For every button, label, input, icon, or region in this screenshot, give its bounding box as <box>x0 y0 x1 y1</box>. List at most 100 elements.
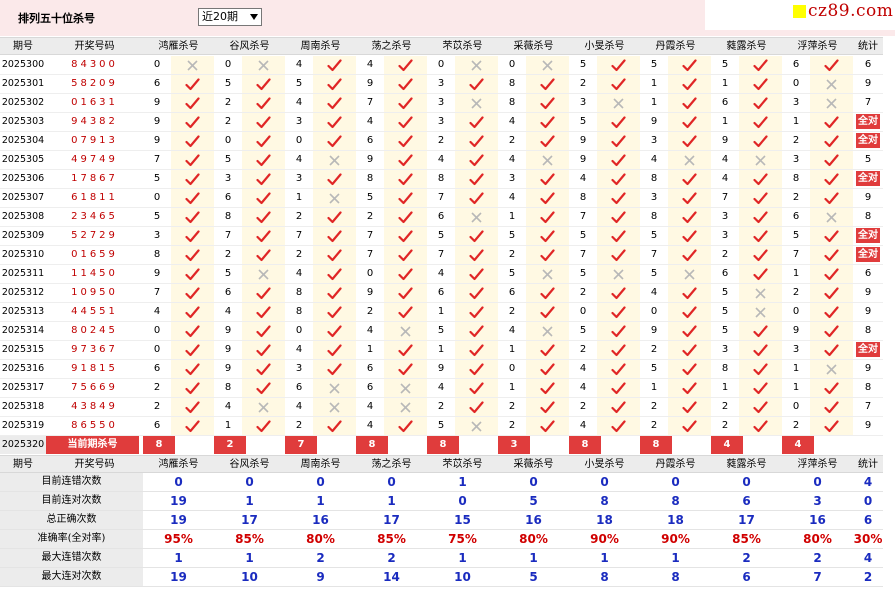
period-id: 2025303 <box>1 116 45 127</box>
result-mark <box>597 360 640 378</box>
kill-cell: 7 <box>569 246 640 264</box>
kill-cell: 2 <box>782 132 853 150</box>
header-method: 谷风杀号 <box>229 459 270 470</box>
kill-number: 9 <box>792 325 800 336</box>
check-icon <box>753 248 768 261</box>
kill-number: 4 <box>295 59 303 70</box>
result-mark <box>171 322 214 340</box>
check-icon <box>398 172 413 185</box>
kill-number: 2 <box>508 306 516 317</box>
kill-cell: 5 <box>711 284 782 302</box>
check-icon <box>256 115 271 128</box>
kill-cell: 2 <box>498 132 569 150</box>
period-select-value: 近20期 <box>202 10 238 23</box>
kill-number: 5 <box>579 59 587 70</box>
table-row: 2025310 01659 8 2 2 7 7 2 7 7 2 7 全对 <box>0 246 883 265</box>
result-mark <box>597 303 640 321</box>
result-mark <box>455 265 498 283</box>
stat-value: 14 <box>383 570 400 584</box>
kill-number: 5 <box>437 420 445 431</box>
check-icon <box>824 229 839 242</box>
result-mark <box>810 398 853 416</box>
check-icon <box>469 343 484 356</box>
kill-number: 1 <box>721 382 729 393</box>
result-mark <box>455 360 498 378</box>
kill-cell: 3 <box>782 94 853 112</box>
kill-number: 8 <box>224 382 232 393</box>
check-icon <box>753 115 768 128</box>
stat-value: 19 <box>170 494 187 508</box>
kill-cell: 4 <box>356 113 427 131</box>
check-icon <box>327 229 342 242</box>
kill-cell: 4 <box>640 151 711 169</box>
kill-number: 6 <box>295 382 303 393</box>
result-mark <box>739 151 782 169</box>
kill-cell: 8 <box>143 246 214 264</box>
kill-number: 5 <box>721 306 729 317</box>
check-icon <box>824 134 839 147</box>
result-mark <box>668 189 711 207</box>
check-icon <box>185 362 200 375</box>
result-mark <box>313 417 356 435</box>
kill-number: 4 <box>366 116 374 127</box>
check-icon <box>540 191 555 204</box>
result-mark <box>313 322 356 340</box>
kill-number: 8 <box>366 173 374 184</box>
result-mark <box>384 417 427 435</box>
kill-number: 0 <box>295 135 303 146</box>
check-icon <box>540 400 555 413</box>
kill-number: 1 <box>650 382 658 393</box>
result-mark <box>810 113 853 131</box>
result-mark <box>242 360 285 378</box>
kill-cell: 0 <box>214 56 285 74</box>
kill-cell: 0 <box>498 360 569 378</box>
draw-number: 23465 <box>71 211 118 222</box>
row-stat: 8 <box>864 382 872 393</box>
draw-number: 84300 <box>71 59 118 70</box>
check-icon <box>824 286 839 299</box>
result-mark <box>597 322 640 340</box>
kill-number: 6 <box>224 192 232 203</box>
kill-number: 1 <box>792 382 800 393</box>
kill-number: 2 <box>508 135 516 146</box>
kill-cell: 9 <box>427 360 498 378</box>
check-icon <box>824 248 839 261</box>
kill-number: 2 <box>153 401 161 412</box>
kill-cell: 4 <box>285 56 356 74</box>
row-stat: 9 <box>864 420 872 431</box>
check-icon <box>185 134 200 147</box>
period-select[interactable]: 近20期 <box>198 8 262 26</box>
kill-number: 9 <box>579 154 587 165</box>
check-icon <box>540 381 555 394</box>
header-method: 采薇杀号 <box>513 459 554 470</box>
period-id: 2025311 <box>1 268 45 279</box>
result-mark <box>526 303 569 321</box>
result-mark <box>739 170 782 188</box>
header-method: 鸿雁杀号 <box>158 41 199 52</box>
stat-value: 19 <box>170 570 187 584</box>
check-icon <box>824 324 839 337</box>
check-icon <box>540 172 555 185</box>
kill-number: 4 <box>579 420 587 431</box>
current-kill-number: 2 <box>214 436 246 454</box>
kill-cell: 4 <box>214 303 285 321</box>
result-mark <box>810 322 853 340</box>
current-kill-cell: 8 <box>640 436 711 454</box>
kill-cell: 2 <box>214 94 285 112</box>
check-icon <box>185 400 200 413</box>
kill-number: 4 <box>224 306 232 317</box>
cross-icon <box>613 97 624 109</box>
kill-cell: 2 <box>498 303 569 321</box>
row-stat: 全对 <box>853 246 883 264</box>
result-mark <box>810 360 853 378</box>
kill-cell: 7 <box>569 208 640 226</box>
cross-icon <box>542 59 553 71</box>
cross-icon <box>471 97 482 109</box>
kill-cell: 9 <box>143 113 214 131</box>
check-icon <box>256 96 271 109</box>
kill-number: 2 <box>579 78 587 89</box>
period-id: 2025312 <box>1 287 45 298</box>
kill-cell: 2 <box>143 398 214 416</box>
stat-value: 0 <box>316 475 325 489</box>
row-stat: 9 <box>864 192 872 203</box>
